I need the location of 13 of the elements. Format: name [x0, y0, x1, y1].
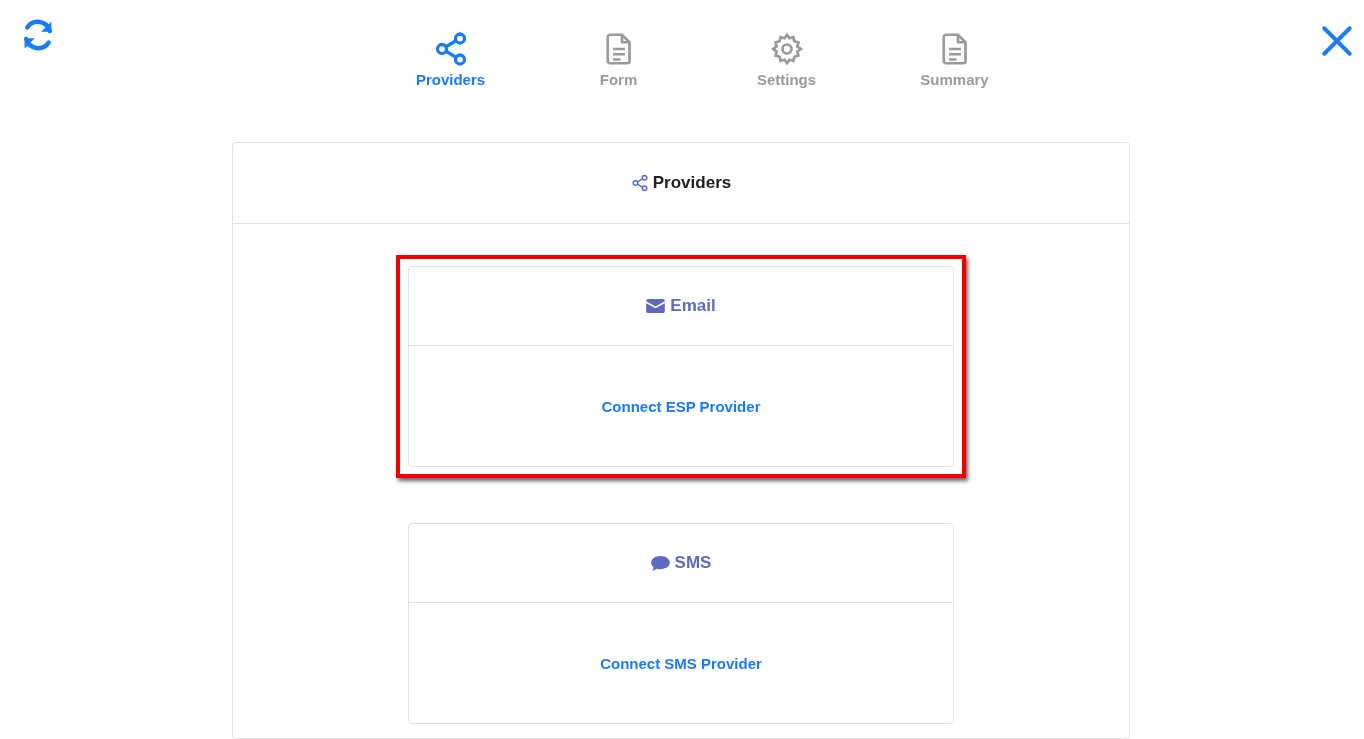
connect-link[interactable]: Connect SMS Provider — [600, 654, 762, 672]
step-tab[interactable]: Summary — [870, 31, 1039, 88]
step-tab[interactable]: Form — [534, 31, 703, 88]
step-tab[interactable]: Settings — [702, 31, 871, 88]
step-tab[interactable]: Providers — [366, 31, 535, 88]
share-icon — [630, 174, 649, 192]
provider-title: Email — [670, 296, 716, 316]
provider-title: SMS — [674, 553, 712, 573]
close-icon[interactable] — [1320, 24, 1354, 58]
panel-title: Providers — [652, 173, 732, 193]
chat-bubble-icon — [650, 555, 670, 571]
envelope-icon — [646, 299, 666, 313]
connect-link[interactable]: Connect ESP Provider — [601, 397, 761, 415]
